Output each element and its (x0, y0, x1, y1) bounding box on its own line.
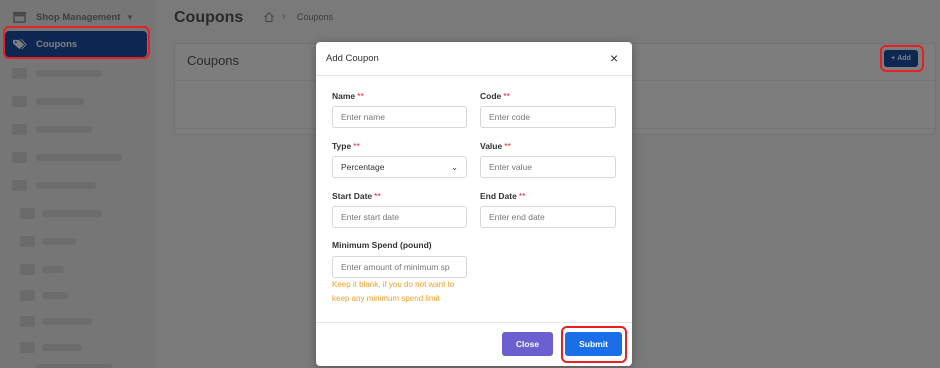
required-marker: ** (503, 91, 510, 101)
modal-footer (316, 322, 632, 323)
name-input[interactable]: Enter name (332, 106, 467, 128)
code-label: Code ** (480, 91, 510, 101)
start-date-input[interactable]: Enter start date (332, 206, 467, 228)
modal-title: Add Coupon (326, 53, 379, 64)
required-marker: ** (357, 91, 364, 101)
modal-header: Add Coupon × (316, 42, 632, 76)
end-date-input[interactable]: Enter end date (480, 206, 616, 228)
code-input[interactable]: Enter code (480, 106, 616, 128)
start-date-label: Start Date ** (332, 191, 381, 201)
required-marker: ** (374, 191, 381, 201)
close-icon[interactable]: × (610, 51, 618, 65)
type-select[interactable]: Percentage ⌄ (332, 156, 467, 178)
end-date-label: End Date ** (480, 191, 526, 201)
type-select-value: Percentage (341, 162, 385, 172)
required-marker: ** (353, 141, 360, 151)
value-input[interactable]: Enter value (480, 156, 616, 178)
required-marker: ** (518, 191, 526, 201)
minimum-spend-input[interactable]: Enter amount of minimum sp (332, 256, 467, 278)
close-button[interactable]: Close (502, 332, 553, 356)
type-label: Type ** (332, 141, 360, 151)
name-label: Name ** (332, 91, 364, 101)
value-label: Value ** (480, 141, 511, 151)
submit-button[interactable]: Submit (565, 332, 622, 356)
required-marker: ** (504, 141, 511, 151)
chevron-down-icon: ⌄ (451, 162, 458, 172)
minimum-spend-label: Minimum Spend (pound) (332, 240, 432, 250)
minimum-spend-hint: Keep it blank, if you do not want to kee… (332, 280, 455, 303)
